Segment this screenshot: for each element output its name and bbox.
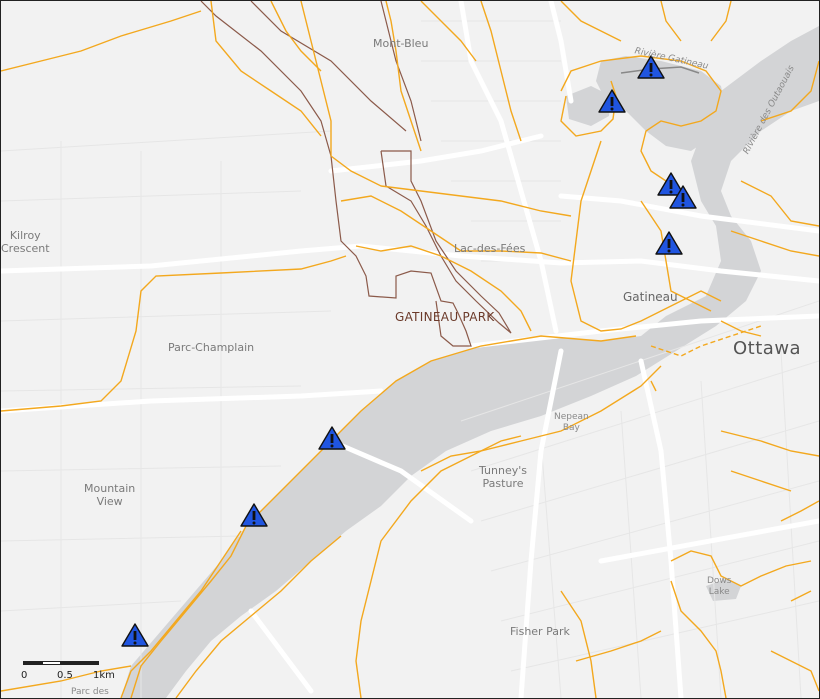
label-kilroy-crescent: Kilroy Crescent bbox=[1, 229, 50, 255]
label-lac-des-fees: Lac-des-Fées bbox=[454, 242, 526, 255]
scale-segment bbox=[23, 661, 42, 665]
scale-bar: 0 0.5 1km bbox=[21, 661, 143, 691]
label-mont-bleu: Mont-Bleu bbox=[373, 37, 429, 50]
label-ottawa: Ottawa bbox=[733, 338, 802, 359]
scale-label-one-km: 1km bbox=[93, 670, 115, 681]
label-nepean-bay: Nepean Bay bbox=[554, 412, 589, 433]
warning-triangle-icon[interactable] bbox=[655, 231, 683, 255]
label-mountain-view: Mountain View bbox=[84, 482, 136, 508]
label-gatineau: Gatineau bbox=[623, 290, 678, 304]
scale-segment bbox=[42, 661, 61, 665]
label-parc-champlain: Parc-Champlain bbox=[168, 341, 255, 354]
scale-label-half: 0.5 bbox=[57, 670, 73, 681]
scale-segment bbox=[61, 661, 99, 665]
label-tunneys-pasture: Tunney's Pasture bbox=[479, 464, 527, 490]
map-base-layer: Rivière Gatineau Rivière des Outaouais bbox=[1, 1, 819, 698]
label-gatineau-park: GATINEAU PARK bbox=[395, 310, 495, 324]
label-fisher-park: Fisher Park bbox=[510, 625, 570, 638]
warning-triangle-icon[interactable] bbox=[121, 623, 149, 647]
label-dows-lake: Dows Lake bbox=[707, 576, 732, 597]
map-canvas[interactable]: Rivière Gatineau Rivière des Outaouais M… bbox=[0, 0, 820, 699]
scale-label-zero: 0 bbox=[21, 670, 28, 681]
